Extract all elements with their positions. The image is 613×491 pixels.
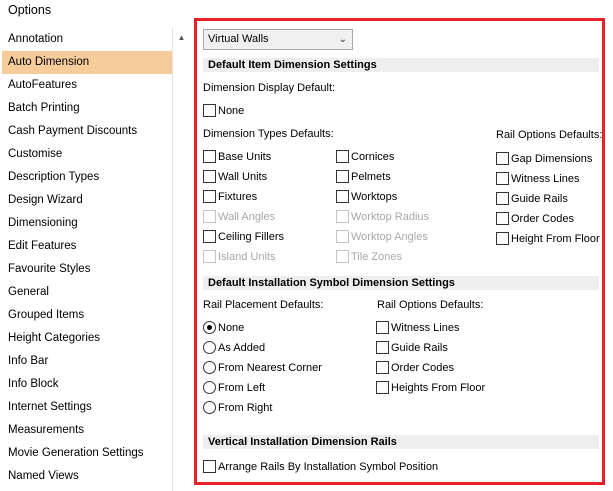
sidebar-item-description-types[interactable]: Description Types bbox=[2, 166, 172, 189]
section-header-default-item: Default Item Dimension Settings bbox=[203, 58, 599, 72]
sidebar-item-batch-printing[interactable]: Batch Printing bbox=[2, 97, 172, 120]
wall-type-dropdown[interactable]: Virtual Walls ⌄ bbox=[203, 29, 353, 50]
sidebar-item-internet-settings[interactable]: Internet Settings bbox=[2, 396, 172, 419]
sidebar-item-annotation[interactable]: Annotation bbox=[2, 28, 172, 51]
options-category-list[interactable]: Annotation Auto Dimension AutoFeatures B… bbox=[2, 28, 172, 491]
radio-selected-dot bbox=[207, 325, 212, 330]
wall-type-dropdown-value: Virtual Walls bbox=[208, 33, 269, 45]
sidebar-item-named-views[interactable]: Named Views bbox=[2, 465, 172, 488]
sidebar-scrollbar[interactable]: ▲ bbox=[172, 28, 190, 491]
sidebar-item-design-wizard[interactable]: Design Wizard bbox=[2, 189, 172, 212]
dimension-display-default-label: Dimension Display Default: bbox=[203, 82, 336, 94]
dimension-types-defaults-label: Dimension Types Defaults: bbox=[203, 128, 334, 140]
chevron-down-icon: ⌄ bbox=[338, 34, 347, 45]
sidebar-item-cash-payment-discounts[interactable]: Cash Payment Discounts bbox=[2, 120, 172, 143]
window-title: Options bbox=[8, 3, 52, 17]
sidebar-item-favourite-styles[interactable]: Favourite Styles bbox=[2, 258, 172, 281]
sidebar-item-edit-features[interactable]: Edit Features bbox=[2, 235, 172, 258]
section-header-installation: Default Installation Symbol Dimension Se… bbox=[203, 276, 599, 290]
sidebar-item-auto-dimension[interactable]: Auto Dimension bbox=[2, 51, 172, 74]
sidebar-item-height-categories[interactable]: Height Categories bbox=[2, 327, 172, 350]
sidebar-item-grouped-items[interactable]: Grouped Items bbox=[2, 304, 172, 327]
sidebar-item-measurements[interactable]: Measurements bbox=[2, 419, 172, 442]
section-header-vertical-rails: Vertical Installation Dimension Rails bbox=[203, 435, 599, 449]
checkbox-box[interactable] bbox=[203, 104, 216, 117]
installation-rail-options-label: Rail Options Defaults: bbox=[377, 299, 484, 311]
scroll-up-arrow-icon[interactable]: ▲ bbox=[173, 28, 190, 46]
rail-placement-defaults-label: Rail Placement Defaults: bbox=[203, 299, 324, 311]
sidebar-item-customise[interactable]: Customise bbox=[2, 143, 172, 166]
sidebar-item-autofeatures[interactable]: AutoFeatures bbox=[2, 74, 172, 97]
sidebar-item-info-bar[interactable]: Info Bar bbox=[2, 350, 172, 373]
sidebar-item-info-block[interactable]: Info Block bbox=[2, 373, 172, 396]
sidebar-item-dimensioning[interactable]: Dimensioning bbox=[2, 212, 172, 235]
sidebar-item-general[interactable]: General bbox=[2, 281, 172, 304]
auto-dimension-settings-panel: Virtual Walls ⌄ Default Item Dimension S… bbox=[194, 18, 605, 485]
rail-options-defaults-label: Rail Options Defaults: bbox=[496, 129, 603, 141]
sidebar-item-movie-generation-settings[interactable]: Movie Generation Settings bbox=[2, 442, 172, 465]
